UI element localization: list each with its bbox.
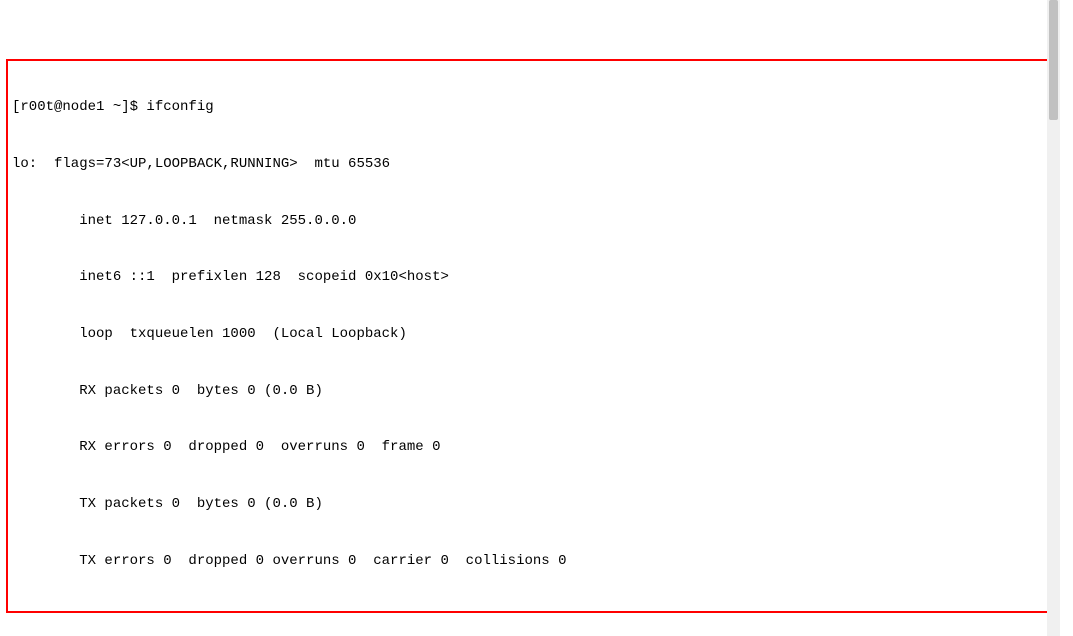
- ifconfig-lo-inet: inet 127.0.0.1 netmask 255.0.0.0: [12, 212, 1044, 231]
- prompt-line: [r00t@node1 ~]$ ifconfig: [12, 98, 1044, 117]
- highlight-box-1: [r00t@node1 ~]$ ifconfig lo: flags=73<UP…: [6, 59, 1050, 613]
- ifconfig-lo: lo: flags=73<UP,LOOPBACK,RUNNING> mtu 65…: [12, 155, 1044, 174]
- ifconfig-lo-loop: loop txqueuelen 1000 (Local Loopback): [12, 325, 1044, 344]
- scrollbar-vertical[interactable]: [1047, 0, 1060, 636]
- ifconfig-lo-inet6: inet6 ::1 prefixlen 128 scopeid 0x10<hos…: [12, 268, 1044, 287]
- ifconfig-lo-rxerr: RX errors 0 dropped 0 overruns 0 frame 0: [12, 438, 1044, 457]
- terminal-output: [r00t@node1 ~]$ ifconfig lo: flags=73<UP…: [0, 0, 1060, 636]
- ifconfig-lo-txerr: TX errors 0 dropped 0 overruns 0 carrier…: [12, 552, 1044, 571]
- ifconfig-lo-rx: RX packets 0 bytes 0 (0.0 B): [12, 382, 1044, 401]
- ifconfig-lo-tx: TX packets 0 bytes 0 (0.0 B): [12, 495, 1044, 514]
- scrollbar-thumb[interactable]: [1049, 0, 1058, 120]
